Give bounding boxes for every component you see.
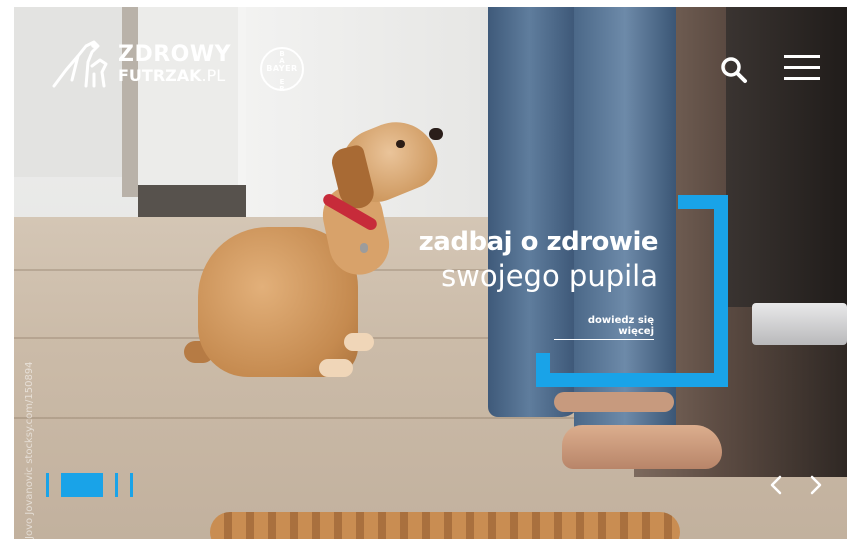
dog-eye [396, 140, 405, 148]
learn-more-link[interactable]: dowiedz się więcej [554, 315, 654, 340]
logo-title: ZDROWY [118, 42, 232, 67]
pets-logo-icon [52, 40, 108, 88]
slider-dot[interactable] [46, 473, 49, 497]
person-foot [562, 425, 722, 469]
bayer-logo[interactable]: BAYER BAER [260, 47, 304, 93]
slider-dot[interactable] [115, 473, 118, 497]
oven-handle [752, 303, 847, 345]
slider-dot[interactable] [130, 473, 133, 497]
search-icon [721, 57, 747, 83]
background-rug [210, 512, 680, 539]
chevron-right-icon [810, 475, 822, 495]
background-oven [726, 7, 847, 307]
site-logo[interactable]: ZDROWY FUTRZAK.PL [48, 36, 231, 92]
next-slide-button[interactable] [806, 473, 826, 497]
dog-paw [319, 359, 353, 377]
logo-subtitle-main: FUTRZAK [118, 66, 202, 85]
dog-collar-tag [360, 243, 368, 253]
dog-nose [429, 128, 443, 140]
logo-subtitle: FUTRZAK.PL [118, 68, 231, 84]
dog-paw [344, 333, 374, 351]
headline-bold: zadbaj o zdrowie [418, 227, 659, 257]
hero-banner: Jovo Jovanovic stocksy.com/150894 ZDROWY… [14, 7, 847, 539]
person-leg [488, 7, 580, 417]
hero-headline: zadbaj o zdrowie swojego pupila [382, 227, 659, 293]
background-wall [14, 7, 122, 177]
headline-light: swojego pupila [441, 259, 658, 293]
hamburger-menu-icon-bar [784, 66, 820, 69]
search-button[interactable] [720, 56, 748, 84]
background-door [138, 7, 246, 185]
chevron-left-icon [770, 475, 782, 495]
logo-domain: .PL [201, 66, 226, 85]
bayer-logo-cross-text: BAER [279, 50, 285, 93]
prev-slide-button[interactable] [766, 473, 786, 497]
hamburger-menu-icon-bar [784, 77, 820, 80]
menu-button[interactable] [784, 53, 820, 83]
photo-credit: Jovo Jovanovic stocksy.com/150894 [24, 361, 35, 539]
hamburger-menu-icon-bar [784, 55, 820, 58]
slider-dot-active[interactable] [61, 473, 103, 497]
person-foot [554, 392, 674, 412]
